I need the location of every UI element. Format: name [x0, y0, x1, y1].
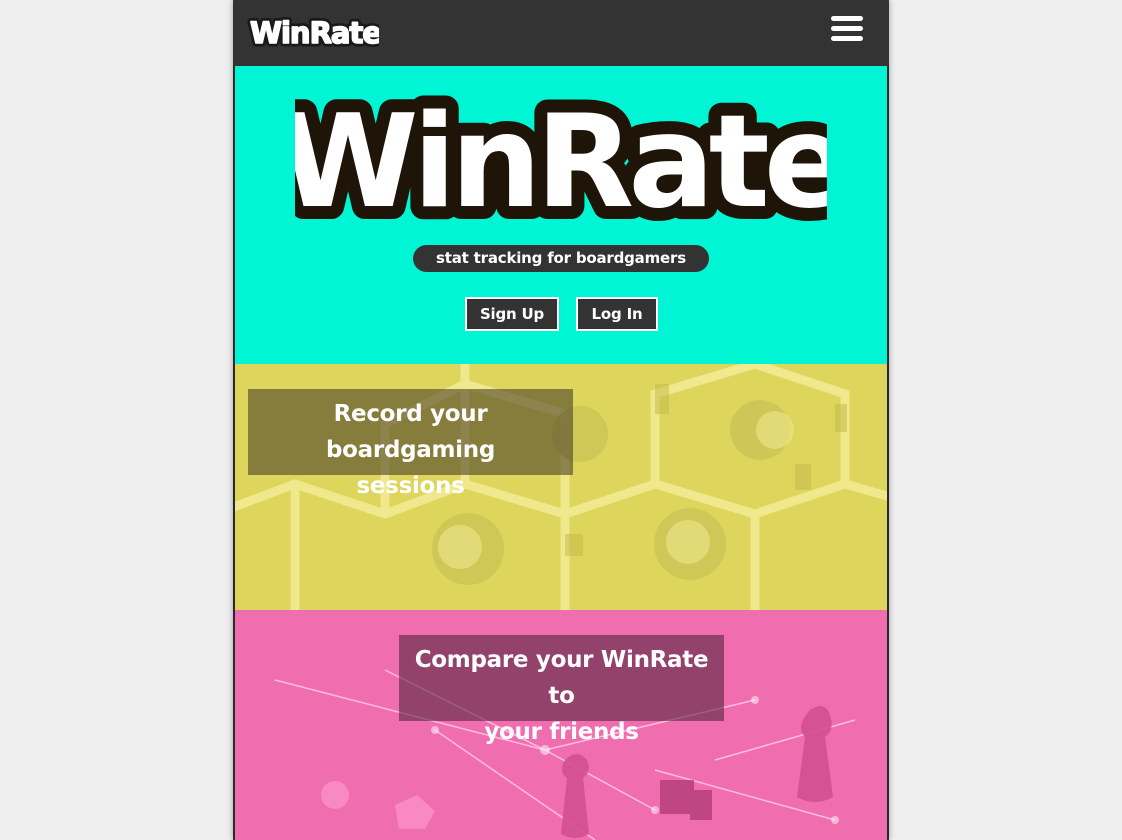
app-frame: WinRate WinRate WinRate stat tracking fo… [233, 0, 889, 840]
hamburger-menu-icon[interactable] [827, 12, 867, 46]
menu-bar-top [831, 16, 863, 21]
menu-bar-bottom [831, 36, 863, 41]
menu-bar-middle [831, 26, 863, 31]
feature-compare-caption: Compare your WinRate to your friends [399, 635, 724, 745]
sign-up-button[interactable]: Sign Up [465, 297, 559, 331]
feature-compare-section: Compare your WinRate to your friends [235, 610, 887, 840]
caption-line: sessions [356, 473, 465, 499]
navbar: WinRate WinRate [233, 0, 889, 66]
feature-record-caption: Record your boardgaming sessions [248, 389, 573, 499]
hero-logo-text: WinRate [295, 88, 827, 234]
nav-logo-outline: WinRate [250, 16, 379, 50]
caption-line: your friends [484, 719, 639, 745]
hero-section: WinRate stat tracking for boardgamers Si… [235, 66, 887, 364]
caption-line: Record your boardgaming [326, 401, 495, 463]
hero-logo: WinRate [295, 84, 827, 234]
caption-line: Compare your WinRate to [414, 647, 709, 709]
log-in-button[interactable]: Log In [576, 297, 658, 331]
tagline: stat tracking for boardgamers [413, 245, 709, 272]
nav-logo[interactable]: WinRate WinRate [247, 12, 379, 53]
feature-record-section: Record your boardgaming sessions [235, 364, 887, 610]
